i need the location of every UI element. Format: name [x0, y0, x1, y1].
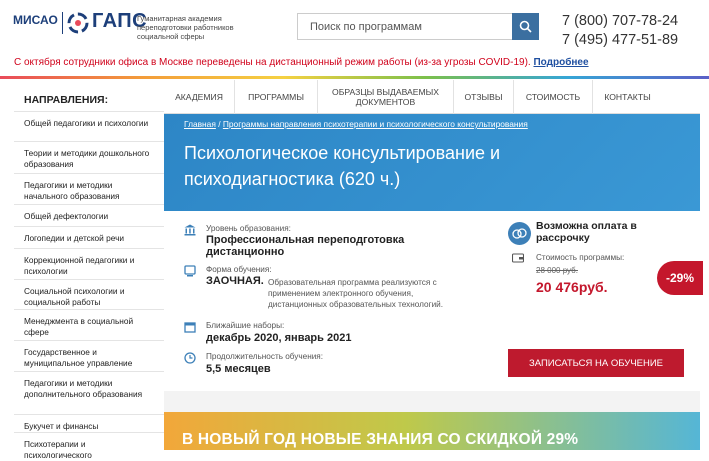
education-level-value: Профессиональная переподготовка дистанци…: [206, 234, 405, 258]
sidebar-item[interactable]: Психотерапии и психологического: [14, 432, 164, 460]
intake-value: декабрь 2020, январь 2021: [206, 332, 352, 344]
gaps-logo-icon[interactable]: [67, 12, 89, 34]
nav-contacts[interactable]: КОНТАКТЫ: [592, 80, 662, 114]
logo-subtitle: Гуманитарная академия переподготовки раб…: [137, 14, 234, 41]
installment-icon: [508, 222, 531, 245]
institution-icon: [184, 224, 196, 236]
rainbow-divider: [0, 76, 709, 79]
site-header: МИСАО ГАПС Гуманитарная академия перепод…: [0, 0, 709, 52]
program-hero: Главная / Программы направления психотер…: [164, 114, 700, 211]
study-form-value: ЗАОЧНАЯ.: [206, 275, 264, 287]
installment-text: Возможна оплата в рассрочку: [536, 220, 637, 244]
sidebar-item[interactable]: Педагогики и методики начального образов…: [14, 173, 164, 204]
phone-1[interactable]: 7 (800) 707-78-24: [562, 12, 678, 31]
study-form-icon: [184, 265, 196, 277]
sidebar-item[interactable]: Государственное и муниципальное управлен…: [14, 340, 164, 371]
sidebar-item[interactable]: Теории и методики дошкольного образовани…: [14, 141, 164, 173]
breadcrumb-current[interactable]: Программы направления психотерапии и пси…: [223, 119, 528, 129]
sidebar-item[interactable]: Менеджмента в социальной сфере: [14, 309, 164, 340]
breadcrumb: Главная / Программы направления психотер…: [184, 119, 528, 129]
sidebar-item[interactable]: Социальной психологии и социальной работ…: [14, 279, 164, 309]
promo-text: В НОВЫЙ ГОД НОВЫЕ ЗНАНИЯ СО СКИДКОЙ 29%: [182, 431, 579, 448]
promo-banner[interactable]: В НОВЫЙ ГОД НОВЫЕ ЗНАНИЯ СО СКИДКОЙ 29%: [164, 412, 700, 450]
breadcrumb-separator: /: [218, 119, 221, 129]
intake-label: Ближайшие наборы:: [206, 321, 285, 330]
search-box: [297, 13, 539, 40]
study-form-description: Образовательная программа реализуются с …: [268, 278, 444, 309]
cost-label: Стоимость программы:: [536, 253, 625, 262]
search-input[interactable]: [298, 14, 510, 39]
phone-2[interactable]: 7 (495) 477-51-89: [562, 31, 678, 50]
program-card: Уровень образования: Профессиональная пе…: [164, 211, 700, 391]
enroll-button[interactable]: ЗАПИСАТЬСЯ НА ОБУЧЕНИЕ: [508, 349, 684, 377]
main-nav: АКАДЕМИЯ ПРОГРАММЫ ОБРАЗЦЫ ВЫДАВАЕМЫХ ДО…: [164, 80, 700, 114]
education-level-label: Уровень образования:: [206, 224, 291, 233]
duration-label: Продолжительность обучения:: [206, 352, 324, 361]
logo-misao[interactable]: МИСАО: [13, 13, 58, 27]
wallet-icon: [512, 253, 524, 263]
notice-text: С октября сотрудники офиса в Москве пере…: [14, 57, 531, 68]
notice-more-link[interactable]: Подробнее: [533, 57, 588, 68]
sidebar-item[interactable]: Коррекционной педагогики и психологии: [14, 248, 164, 279]
breadcrumb-home[interactable]: Главная: [184, 119, 216, 129]
duration-value: 5,5 месяцев: [206, 363, 271, 375]
sidebar-item[interactable]: Педагогики и методики дополнительного об…: [14, 371, 164, 414]
nav-programs[interactable]: ПРОГРАММЫ: [234, 80, 317, 114]
sidebar-item[interactable]: Логопедии и детской речи: [14, 226, 164, 248]
sidebar-item[interactable]: Общей педагогики и психологии: [14, 111, 164, 141]
calendar-icon: [184, 322, 196, 333]
nav-cost[interactable]: СТОИМОСТЬ: [513, 80, 592, 114]
phone-numbers: 7 (800) 707-78-24 7 (495) 477-51-89: [562, 12, 678, 50]
sidebar-item[interactable]: Общей дефектологии: [14, 204, 164, 226]
study-form-label: Форма обучения:: [206, 265, 272, 274]
nav-reviews[interactable]: ОТЗЫВЫ: [453, 80, 513, 114]
directions-sidebar: НАПРАВЛЕНИЯ: Общей педагогики и психолог…: [14, 80, 164, 460]
covid-notice: С октября сотрудники офиса в Москве пере…: [14, 57, 589, 68]
logo-divider: [62, 12, 63, 34]
nav-documents[interactable]: ОБРАЗЦЫ ВЫДАВАЕМЫХ ДОКУМЕНТОВ: [317, 80, 453, 114]
old-price: 28 000 руб.: [536, 266, 578, 275]
nav-academy[interactable]: АКАДЕМИЯ: [164, 80, 234, 114]
search-icon: [519, 20, 532, 33]
discount-badge: -29%: [657, 261, 703, 295]
sidebar-item[interactable]: Букучет и финансы: [14, 414, 164, 432]
sidebar-title: НАПРАВЛЕНИЯ:: [24, 94, 109, 106]
search-button[interactable]: [512, 13, 539, 40]
new-price: 20 476руб.: [536, 279, 608, 295]
clock-icon: [184, 352, 196, 364]
main-content: Главная / Программы направления психотер…: [164, 114, 703, 450]
page-title: Психологическое консультирование и психо…: [184, 143, 501, 189]
